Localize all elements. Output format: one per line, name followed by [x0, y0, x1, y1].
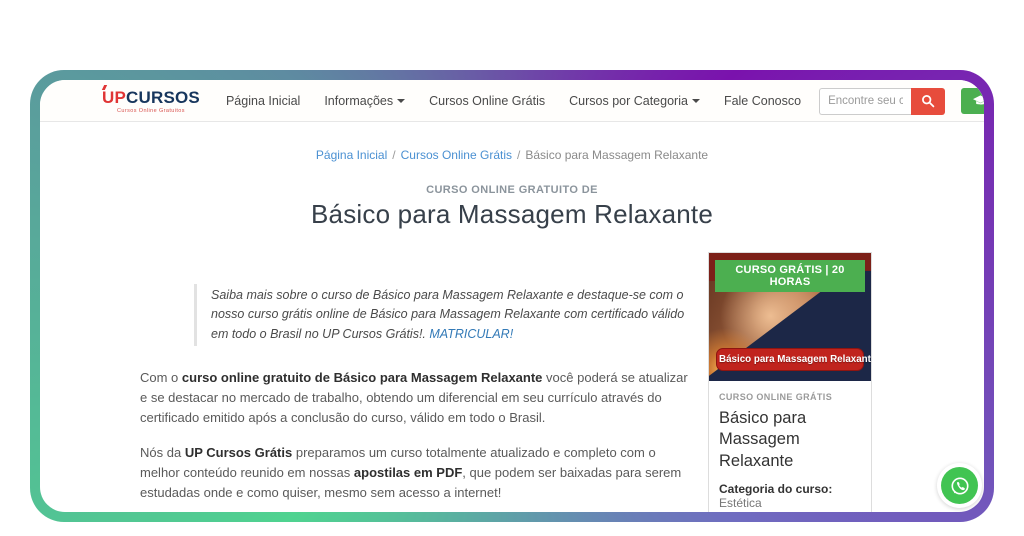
course-image: CURSO GRÁTIS | 20 HORAS Básico para Mass… [709, 253, 871, 381]
course-card-body: CURSO ONLINE GRÁTIS Básico para Massagem… [709, 381, 871, 512]
page-title: Básico para Massagem Relaxante [311, 199, 713, 229]
breadcrumb-link-cursos[interactable]: Cursos Online Grátis [401, 148, 512, 162]
nav-item-fale-conosco[interactable]: Fale Conosco [724, 94, 801, 108]
study-area-button[interactable]: Área de Estudos [961, 88, 984, 114]
paragraph: Com o curso online gratuito de Básico pa… [140, 370, 688, 426]
page-kicker: CURSO ONLINE GRATUITO DE [426, 184, 598, 196]
gradient-frame: UPCURSOS Cursos Online Gratuitos Página … [30, 70, 994, 522]
breadcrumb-separator: / [517, 148, 521, 162]
logo-cursos: CURSOS [126, 87, 200, 107]
whatsapp-icon [950, 476, 969, 495]
whatsapp-circle [941, 467, 978, 504]
search-button[interactable] [911, 87, 946, 115]
chevron-down-icon [397, 99, 406, 103]
search-input[interactable] [819, 87, 912, 115]
nav-item-cursos-por-categoria[interactable]: Cursos por Categoria [569, 94, 700, 108]
breadcrumb-separator: / [392, 148, 396, 162]
course-card-title: Básico para Massagem Relaxante [719, 409, 807, 470]
chevron-down-icon [691, 99, 700, 103]
paragraph: Nós da UP Cursos Grátis preparamos um cu… [140, 444, 682, 500]
browser-viewport: UPCURSOS Cursos Online Gratuitos Página … [40, 80, 984, 512]
page-background: { "brand": { "logo_up": "UP", "logo_curs… [0, 0, 1024, 536]
nav-item-informacoes[interactable]: Informações [324, 94, 406, 108]
breadcrumb-current: Básico para Massagem Relaxante [525, 148, 709, 162]
breadcrumb: Página Inicial / Cursos Online Grátis / Bási… [40, 148, 984, 162]
intro-quote: Saiba mais sobre o curso de Básico para … [194, 284, 690, 347]
breadcrumb-link-home[interactable]: Página Inicial [316, 148, 387, 162]
nav-item-cursos-online-gratis[interactable]: Cursos Online Grátis [429, 94, 545, 108]
course-category: Categoria do curso: Estética [719, 482, 833, 511]
search-icon [922, 95, 935, 108]
graduation-cap-icon [973, 95, 984, 105]
logo-up: UP [102, 87, 127, 107]
nav-item-pagina-inicial[interactable]: Página Inicial [226, 94, 300, 108]
free-course-ribbon: CURSO GRÁTIS | 20 HORAS [715, 260, 865, 292]
logo-tagline: Cursos Online Gratuitos [117, 107, 185, 114]
main-nav: Página Inicial Informações Cursos Online… [226, 94, 801, 108]
logo[interactable]: UPCURSOS Cursos Online Gratuitos [102, 89, 200, 114]
matricular-link[interactable]: MATRICULAR! [429, 327, 513, 341]
course-card: CURSO GRÁTIS | 20 HORAS Básico para Mass… [708, 252, 872, 512]
course-image-banner: Básico para Massagem Relaxante [716, 348, 871, 371]
content-columns: Saiba mais sobre o curso de Básico para … [140, 252, 872, 512]
site-header: UPCURSOS Cursos Online Gratuitos Página … [40, 80, 984, 122]
intro-quote-text: Saiba mais sobre o curso de Básico para … [211, 288, 685, 341]
search-form [819, 87, 946, 115]
article-column: Saiba mais sobre o curso de Básico para … [140, 252, 690, 512]
whatsapp-button[interactable] [937, 463, 982, 508]
logo-text: UPCURSOS [102, 89, 200, 106]
course-card-kicker: CURSO ONLINE GRÁTIS [719, 392, 833, 402]
